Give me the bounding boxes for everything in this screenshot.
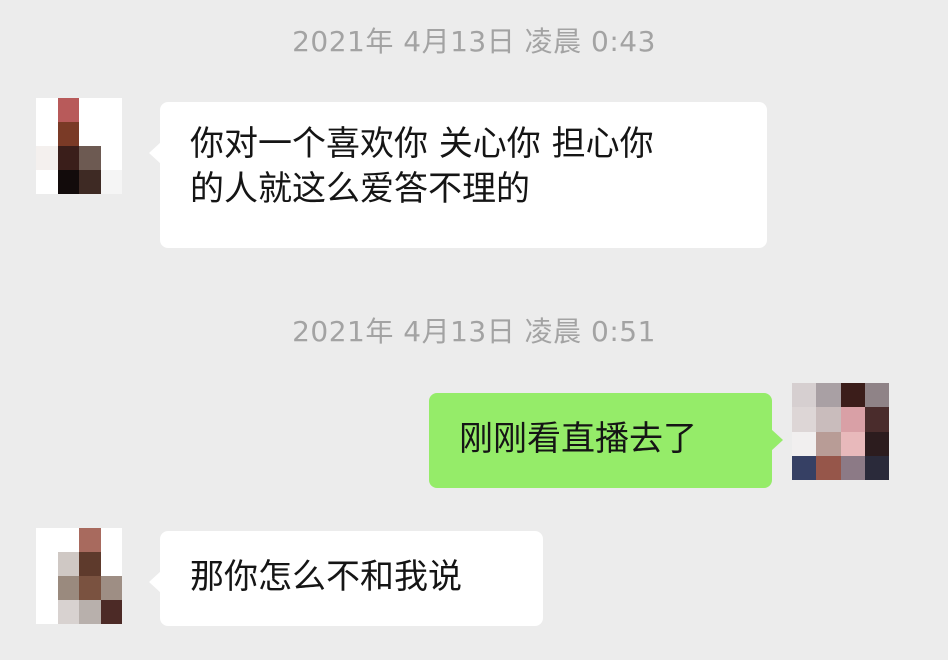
avatar-pixel bbox=[816, 431, 841, 456]
avatar-pixel bbox=[816, 383, 841, 408]
message-line: 你对一个喜欢你 关心你 担心你 bbox=[190, 124, 654, 164]
avatar-pixel bbox=[79, 170, 101, 194]
received-message-bubble[interactable]: 那你怎么不和我说 bbox=[149, 531, 543, 626]
contact-avatar[interactable] bbox=[36, 98, 122, 194]
timestamp: 2021年 4月13日 凌晨 0:43 bbox=[292, 25, 656, 58]
avatar-pixel bbox=[36, 552, 58, 576]
avatar-pixel bbox=[792, 407, 817, 432]
avatar-pixel bbox=[57, 600, 79, 624]
avatar-pixel bbox=[864, 383, 889, 408]
avatar-pixel bbox=[840, 455, 865, 480]
avatar-pixel bbox=[792, 455, 817, 480]
avatar-pixel bbox=[840, 407, 865, 432]
avatar-pixel bbox=[79, 552, 101, 576]
avatar-pixel bbox=[57, 170, 79, 194]
avatar-pixel bbox=[79, 146, 101, 170]
avatar-pixel bbox=[36, 576, 58, 600]
avatar-pixel bbox=[79, 98, 101, 122]
avatar-pixel bbox=[36, 600, 58, 624]
contact-avatar[interactable] bbox=[36, 528, 122, 624]
avatar-pixel bbox=[100, 146, 122, 170]
avatar-pixel bbox=[100, 122, 122, 146]
message-line: 的人就这么爱答不理的 bbox=[190, 169, 530, 209]
received-message-bubble[interactable]: 你对一个喜欢你 关心你 担心你 的人就这么爱答不理的 bbox=[149, 102, 767, 248]
avatar-pixel bbox=[36, 170, 58, 194]
avatar-pixel bbox=[36, 122, 58, 146]
avatar-pixel bbox=[57, 528, 79, 552]
avatar-pixel bbox=[57, 98, 79, 122]
avatar-pixel bbox=[79, 122, 101, 146]
avatar-pixel bbox=[816, 407, 841, 432]
avatar-pixel bbox=[100, 528, 122, 552]
avatar-pixel bbox=[864, 431, 889, 456]
avatar-pixel bbox=[100, 170, 122, 194]
timestamp: 2021年 4月13日 凌晨 0:51 bbox=[292, 315, 656, 348]
avatar-pixel bbox=[792, 383, 817, 408]
sent-message-bubble[interactable]: 刚刚看直播去了 bbox=[429, 393, 783, 488]
avatar-pixel bbox=[864, 455, 889, 480]
avatar-pixel bbox=[840, 431, 865, 456]
avatar-pixel bbox=[57, 122, 79, 146]
avatar-pixel bbox=[36, 98, 58, 122]
avatar-pixel bbox=[57, 576, 79, 600]
message-line: 那你怎么不和我说 bbox=[190, 557, 462, 597]
avatar-pixel bbox=[36, 528, 58, 552]
avatar-pixel bbox=[100, 600, 122, 624]
avatar-pixel bbox=[79, 528, 101, 552]
avatar-pixel bbox=[100, 576, 122, 600]
message-line: 刚刚看直播去了 bbox=[459, 419, 697, 459]
avatar-pixel bbox=[57, 146, 79, 170]
avatar-pixel bbox=[36, 146, 58, 170]
avatar-pixel bbox=[100, 98, 122, 122]
avatar-pixel bbox=[79, 576, 101, 600]
avatar-pixel bbox=[864, 407, 889, 432]
avatar-pixel bbox=[840, 383, 865, 408]
avatar-pixel bbox=[100, 552, 122, 576]
avatar-pixel bbox=[79, 600, 101, 624]
my-avatar[interactable] bbox=[792, 383, 889, 480]
avatar-pixel bbox=[816, 455, 841, 480]
avatar-pixel bbox=[57, 552, 79, 576]
avatar-pixel bbox=[792, 431, 817, 456]
